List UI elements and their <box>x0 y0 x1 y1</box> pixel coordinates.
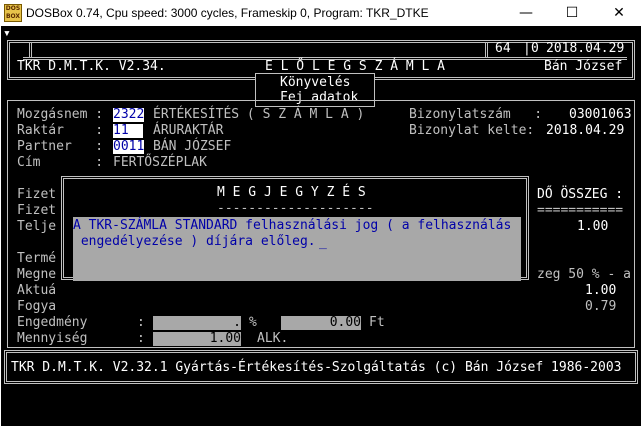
warehouse-name: ÁRURAKTÁR <box>153 123 224 138</box>
quantity-unit: ALK. <box>257 331 289 346</box>
warehouse-label: Raktár : <box>17 123 104 138</box>
current-value: 1.00 <box>585 283 617 298</box>
quantity-field[interactable]: 1.00 <box>153 332 241 346</box>
header-divider-left <box>29 42 35 58</box>
discount-label: Engedmény <box>17 315 88 330</box>
header-divider-right <box>485 42 491 58</box>
discount-amount-field[interactable]: 0.00 <box>281 316 361 330</box>
partner-code-field[interactable]: 0011 <box>113 140 145 154</box>
movement-code-field[interactable]: 2322 <box>113 108 145 122</box>
close-button[interactable]: ✕ <box>596 0 642 26</box>
memo-dialog-title: M E G J E G Y Z É S <box>217 185 366 200</box>
movement-label: Mozgásnem : <box>17 107 104 122</box>
maximize-button[interactable]: ☐ <box>549 0 595 26</box>
address-label: Cím : <box>17 155 104 170</box>
memo-text-area[interactable]: A TKR-SZÁMLA STANDARD felhasználási jog … <box>73 217 521 281</box>
discount-colon: : <box>137 315 145 330</box>
current-label: Aktuá <box>17 283 57 298</box>
document-title: E L Ő L E G S Z Á M L A <box>265 59 446 74</box>
consumer-label: Fogya <box>17 299 57 314</box>
product-label: Termé <box>17 251 57 266</box>
address-value: FERTŐSZÉPLAK <box>113 155 207 170</box>
total-separator: =========== <box>537 203 624 218</box>
docnum-label: Bizonylatszám : <box>409 107 543 122</box>
quantity-colon: : <box>137 331 145 346</box>
docdate-value: 2018.04.29 <box>546 123 625 138</box>
memo-line-1: A TKR-SZÁMLA STANDARD felhasználási jog … <box>73 218 512 233</box>
fulfillment-label: Telje <box>17 219 57 234</box>
menu-konyveles[interactable]: Könyvelés <box>280 76 350 90</box>
description-label: Megne <box>17 267 57 282</box>
app-name: TKR D.M.T.K. V2.34. <box>17 59 166 74</box>
footer-copyright: TKR D.M.T.K. V2.32.1 Gyártás-Értékesítés… <box>11 360 622 375</box>
user-name: Bán József <box>544 59 623 74</box>
window-titlebar: DOS BOX DOSBox 0.74, Cpu speed: 3000 cycl… <box>0 0 642 26</box>
header-counter1: 64 <box>495 41 511 56</box>
partner-label: Partner : <box>17 139 104 154</box>
currency-unit: Ft <box>369 315 385 330</box>
memo-line-2: engedélyezése ) díjára előleg. <box>73 234 316 249</box>
docdate-label: Bizonylat kelte: <box>409 123 535 138</box>
dos-screen[interactable]: ▾ 64 | 0 2018.04.29 TKR D.M.T.K. V2.34. … <box>1 26 641 426</box>
movement-name: ÉRTÉKESÍTÉS ( S Z Á M L A ) <box>153 107 365 122</box>
corner-mark-icon: ▾ <box>3 26 11 41</box>
dosbox-app-icon[interactable]: DOS BOX <box>4 4 22 22</box>
window-title: DOSBox 0.74, Cpu speed: 3000 cycles, Fra… <box>26 6 429 20</box>
discount-percent-field[interactable]: . <box>153 316 241 330</box>
partner-name: BÁN JÓZSEF <box>153 139 232 154</box>
text-cursor: _ <box>319 235 327 250</box>
total-label: DŐ ÖSSZEG : <box>537 187 624 202</box>
header-date: 2018.04.29 <box>546 41 625 56</box>
discount-percent-text: zeg 50 % - a <box>537 267 631 282</box>
percent-sign: % <box>249 315 257 330</box>
payment-label-2: Fizet <box>17 203 57 218</box>
header-counter2: 0 <box>531 41 539 56</box>
total-value: 1.00 <box>577 219 609 234</box>
docnum-value: 03001063 <box>569 107 632 122</box>
warehouse-code-field[interactable]: 11 <box>113 124 143 138</box>
payment-label-1: Fizet <box>17 187 57 202</box>
quantity-label: Mennyiség <box>17 331 88 346</box>
minimize-button[interactable]: — <box>503 0 549 26</box>
memo-dialog-underline: -------------------- <box>217 201 374 216</box>
consumer-value: 0.79 <box>585 299 617 314</box>
